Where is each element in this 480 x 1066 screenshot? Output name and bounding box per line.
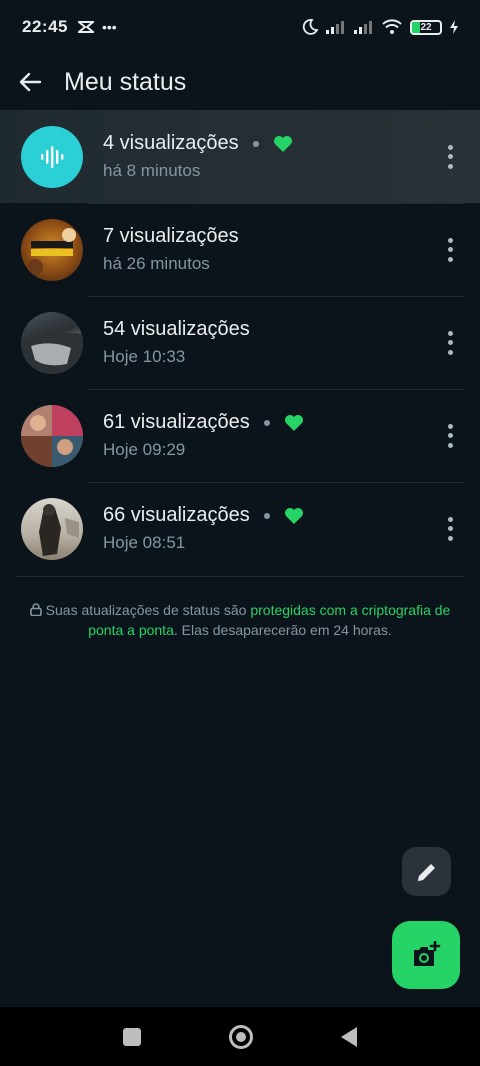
battery-level: 22: [420, 21, 432, 33]
status-thumbnail: [21, 497, 83, 560]
camera-status-button[interactable]: [392, 921, 460, 989]
heart-icon: [273, 135, 292, 152]
status-item[interactable]: 54 visualizações Hoje 10:33: [0, 296, 480, 389]
view-count: 4 visualizações: [103, 132, 239, 154]
lock-icon: [29, 603, 42, 617]
more-options-icon[interactable]: [444, 423, 456, 448]
view-count: 66 visualizações: [103, 504, 250, 526]
heart-icon: [284, 414, 303, 431]
text-status-button[interactable]: [402, 847, 451, 896]
wifi-icon: [382, 19, 402, 34]
arrow-left-icon: [19, 72, 41, 92]
notification-icons: •••: [77, 19, 117, 35]
status-time: Hoje 10:33: [103, 347, 186, 366]
status-time: há 8 minutos: [103, 161, 201, 180]
encryption-text-end: . Elas desaparecerão em 24 horas.: [173, 622, 392, 638]
divider: [16, 576, 464, 577]
status-time: há 26 minutos: [103, 254, 210, 273]
system-navigation-bar: [0, 1007, 480, 1066]
recents-button[interactable]: [123, 1027, 141, 1046]
signal-icon-2: [354, 21, 372, 34]
separator-dot: [263, 512, 270, 519]
view-count: 61 visualizações: [103, 411, 250, 433]
more-options-icon[interactable]: [444, 144, 456, 169]
back-nav-button[interactable]: [341, 1026, 357, 1047]
image-preview: [39, 503, 79, 556]
add-camera-icon: [414, 941, 441, 966]
clock: 22:45: [22, 17, 68, 36]
image-preview: [27, 227, 76, 275]
more-options-icon[interactable]: [444, 516, 456, 541]
status-item[interactable]: 66 visualizações Hoje 08:51: [0, 482, 480, 575]
view-count: 7 visualizações: [103, 225, 239, 247]
status-thumbnail: [21, 404, 83, 467]
encryption-text-start: Suas atualizações de status são: [45, 602, 251, 618]
view-count: 54 visualizações: [103, 318, 250, 340]
battery-icon: 22: [410, 19, 442, 35]
status-item[interactable]: 7 visualizações há 26 minutos: [0, 203, 480, 296]
page-title: Meu status: [64, 67, 187, 96]
status-time: Hoje 09:29: [103, 440, 186, 459]
more-options-icon[interactable]: [444, 330, 456, 355]
status-item[interactable]: 4 visualizações há 8 minutos: [0, 110, 480, 203]
status-item[interactable]: 61 visualizações Hoje 09:29: [0, 389, 480, 482]
status-time: Hoje 08:51: [103, 533, 186, 552]
capcut-icon: [77, 21, 94, 33]
separator-dot: [263, 419, 270, 426]
pencil-icon: [417, 863, 435, 881]
encryption-note: Suas atualizações de status são protegid…: [20, 600, 460, 640]
moon-icon: [302, 19, 318, 35]
image-preview: [21, 332, 83, 374]
home-button[interactable]: [229, 1024, 253, 1049]
signal-icon: [326, 21, 344, 34]
back-button[interactable]: [18, 70, 42, 94]
charging-icon: [450, 20, 458, 34]
image-preview: [21, 404, 83, 467]
status-list: 4 visualizações há 8 minutos 7 visualiza…: [0, 110, 480, 575]
system-icons: 22: [302, 19, 458, 35]
status-thumbnail: [21, 311, 83, 374]
status-thumbnail: [21, 218, 83, 281]
status-thumbnail: [21, 125, 83, 188]
audio-waveform-icon: [41, 145, 64, 168]
more-options-icon[interactable]: [444, 237, 456, 262]
system-status-bar: 22:45 ••• 22: [0, 0, 480, 54]
separator-dot: [252, 140, 259, 147]
heart-icon: [284, 507, 303, 524]
app-header: Meu status: [0, 54, 480, 110]
more-notifications-icon: •••: [101, 19, 117, 35]
